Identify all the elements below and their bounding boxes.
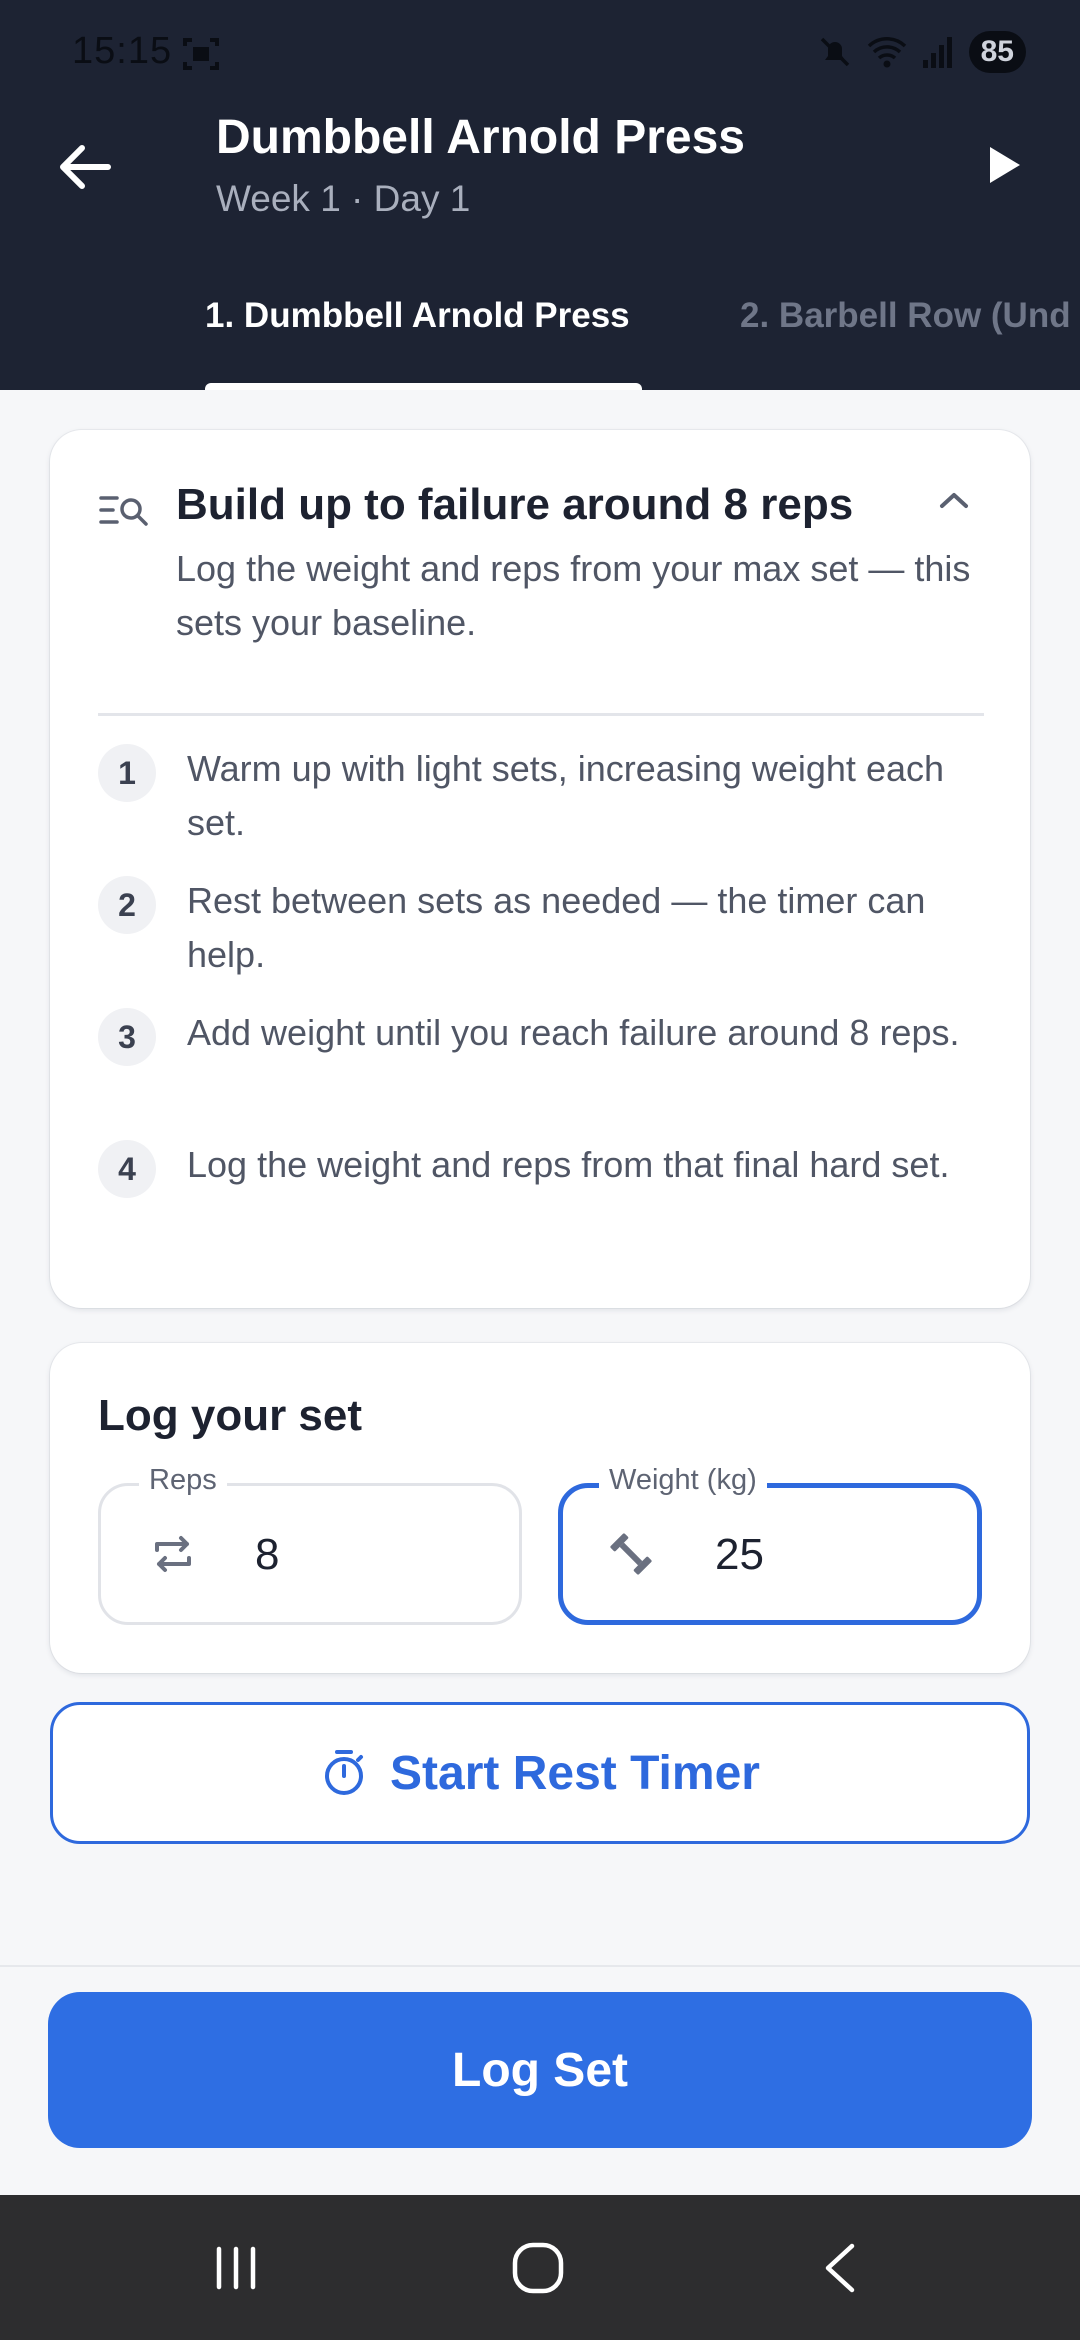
- system-nav-bar: [0, 2195, 1080, 2340]
- timer-icon: [325, 1750, 364, 1795]
- weight-label: Weight (kg): [599, 1464, 767, 1497]
- weight-field[interactable]: Weight (kg) 25: [558, 1464, 982, 1625]
- recent-apps-button[interactable]: [176, 2195, 296, 2340]
- start-rest-timer-label: Start Rest Timer: [390, 1746, 760, 1800]
- page-subtitle: Week 1 · Day 1: [216, 178, 471, 219]
- divider: [0, 1965, 1080, 1967]
- step-number: 4: [98, 1140, 156, 1198]
- step-text: Warm up with light sets, increasing weig…: [187, 748, 945, 843]
- step-number: 2: [98, 876, 156, 934]
- instructions-card: Build up to failure around 8 reps Log th…: [50, 430, 1030, 1308]
- step-text: Log the weight and reps from that final …: [187, 1144, 950, 1185]
- mute-icon: [820, 37, 849, 67]
- chevron-left-icon: [825, 2243, 855, 2292]
- step-text: Add weight until you reach failure aroun…: [187, 1012, 960, 1053]
- reps-input[interactable]: 8: [255, 1530, 279, 1580]
- status-bar: 15:15 85: [0, 0, 1080, 105]
- arrow-left-icon[interactable]: [50, 132, 120, 202]
- divider: [98, 713, 984, 716]
- system-back-button[interactable]: [780, 2195, 900, 2340]
- tab-dumbbell-arnold-press[interactable]: 1. Dumbbell Arnold Press: [205, 296, 630, 336]
- home-icon: [512, 2242, 564, 2293]
- instructions-description: Log the weight and reps from your max se…: [176, 548, 971, 643]
- exercise-tabs: 1. Dumbbell Arnold Press 2. Barbell Row …: [0, 290, 1080, 390]
- dumbbell-icon: [610, 1533, 652, 1575]
- wifi-icon: [867, 37, 906, 68]
- reps-field[interactable]: Reps 8: [98, 1464, 522, 1625]
- weight-input[interactable]: 25: [715, 1530, 764, 1580]
- screenshot-icon: [183, 38, 219, 70]
- step-number: 3: [98, 1008, 156, 1066]
- log-set-label: Log Set: [452, 2043, 628, 2097]
- log-set-button[interactable]: Log Set: [48, 1992, 1032, 2148]
- app-header: 15:15 85 Dumbbell Arnold Press Week 1 · …: [0, 0, 1080, 390]
- page-title: Dumbbell Arnold Press: [216, 111, 745, 164]
- instructions-title: Build up to failure around 8 reps: [176, 480, 854, 529]
- home-button[interactable]: [478, 2195, 598, 2340]
- chevron-up-icon[interactable]: [934, 486, 974, 516]
- start-rest-timer-button[interactable]: Start Rest Timer: [50, 1702, 1030, 1844]
- step-text: Rest between sets as needed — the timer …: [187, 880, 926, 975]
- log-set-card: Log your set Reps 8 Weight (kg) 25: [50, 1343, 1030, 1673]
- repeat-icon: [155, 1536, 191, 1572]
- battery-indicator: 85: [968, 31, 1026, 73]
- reps-label: Reps: [139, 1464, 227, 1497]
- log-set-title: Log your set: [98, 1391, 363, 1440]
- play-icon[interactable]: [978, 140, 1028, 190]
- active-tab-indicator: [205, 383, 642, 390]
- tab-barbell-row[interactable]: 2. Barbell Row (Und: [740, 296, 1071, 336]
- search-list-icon: [99, 496, 148, 526]
- recent-apps-icon: [216, 2246, 256, 2289]
- step-number: 1: [98, 744, 156, 802]
- status-time: 15:15: [72, 30, 173, 72]
- signal-icon: [922, 37, 952, 68]
